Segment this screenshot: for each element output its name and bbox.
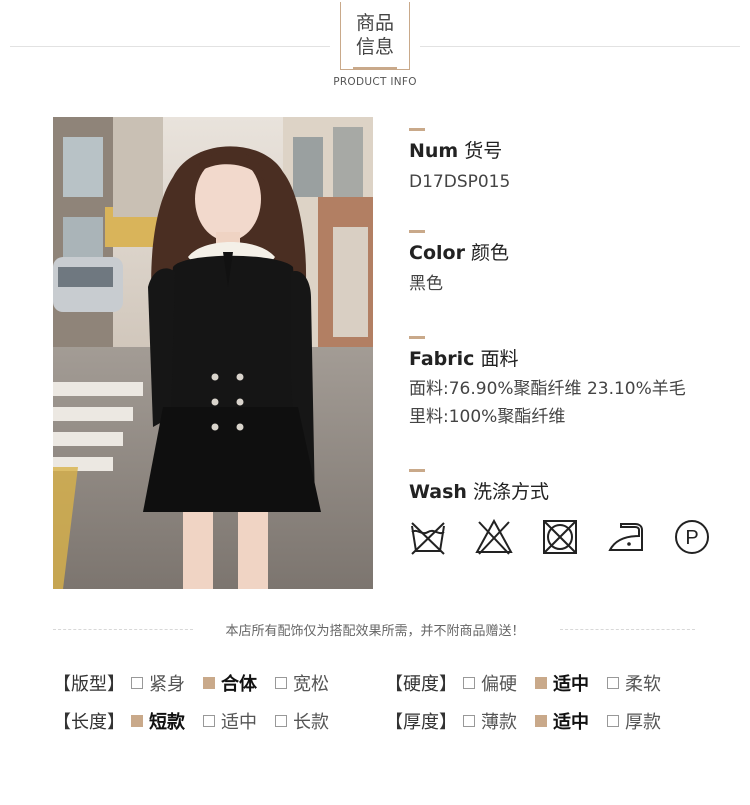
option-label: 偏硬	[481, 674, 517, 695]
num-label: Num 货号	[409, 139, 510, 163]
length-option-medium: 适中	[203, 708, 257, 734]
wash-label-en: Wash	[409, 481, 467, 503]
option-label: 合体	[221, 674, 257, 695]
checkbox-icon	[463, 677, 475, 689]
color-label-cn: 颜色	[470, 242, 509, 264]
fit-label: 【版型】	[53, 674, 125, 695]
checkbox-icon	[275, 677, 287, 689]
checkbox-checked-icon	[535, 677, 547, 689]
length-option-long: 长款	[275, 708, 329, 734]
option-label: 长款	[293, 712, 329, 733]
fabric-section: Fabric 面料 面料:76.90%聚酯纤维 23.10%羊毛 里料:100%…	[409, 336, 686, 431]
color-section: Color 颜色 黑色	[409, 230, 509, 298]
wash-label-cn: 洗涤方式	[472, 481, 549, 503]
checkbox-icon	[131, 677, 143, 689]
num-accent-bar	[409, 128, 425, 131]
fabric-label-en: Fabric	[409, 348, 475, 370]
no-tumble-dry-icon	[543, 520, 577, 554]
option-label: 薄款	[481, 712, 517, 733]
num-value: D17DSP015	[409, 172, 511, 192]
wash-icons-row: P	[409, 518, 711, 556]
title-line-1: 商品	[355, 12, 394, 34]
fit-option-loose: 宽松	[275, 670, 329, 696]
checkbox-icon	[275, 715, 287, 727]
notice-text: 本店所有配饰仅为搭配效果所需，并不附商品赠送！	[217, 624, 533, 639]
svg-text:P: P	[685, 527, 698, 549]
checkbox-icon	[203, 715, 215, 727]
color-label-en: Color	[409, 242, 465, 264]
option-label: 适中	[553, 712, 589, 733]
length-option-short: 短款	[131, 708, 185, 734]
option-label: 宽松	[293, 674, 329, 695]
fabric-value-line1: 面料:76.90%聚酯纤维 23.10%羊毛	[409, 379, 686, 399]
checkbox-checked-icon	[203, 677, 215, 689]
fabric-label-cn: 面料	[480, 348, 519, 370]
fabric-label: Fabric 面料	[409, 347, 686, 371]
option-label: 适中	[553, 674, 589, 695]
fabric-value-line2: 里料:100%聚酯纤维	[409, 407, 566, 427]
wash-section: Wash 洗涤方式	[409, 469, 549, 504]
num-label-en: Num	[409, 140, 459, 162]
no-wash-icon	[411, 522, 445, 555]
hardness-attribute: 【硬度】 偏硬 适中 柔软	[385, 670, 679, 696]
hardness-option-soft: 柔软	[607, 670, 661, 696]
thickness-attribute: 【厚度】 薄款 适中 厚款	[385, 708, 679, 734]
section-title-box: 商品 信息	[340, 2, 410, 70]
option-label: 厚款	[625, 712, 661, 733]
no-bleach-icon	[475, 518, 513, 555]
color-label: Color 颜色	[409, 241, 509, 265]
length-attribute: 【长度】 短款 适中 长款	[53, 708, 347, 734]
iron-low-icon	[608, 523, 643, 551]
color-accent-bar	[409, 230, 425, 233]
title-line-2: 信息	[355, 36, 394, 58]
num-label-cn: 货号	[464, 140, 503, 162]
option-label: 短款	[149, 712, 185, 733]
dry-clean-p-icon: P	[675, 520, 709, 554]
thickness-label: 【厚度】	[385, 712, 457, 733]
fit-option-regular: 合体	[203, 670, 257, 696]
accessory-notice: 本店所有配饰仅为搭配效果所需，并不附商品赠送！	[0, 620, 750, 639]
thickness-option-medium: 适中	[535, 708, 589, 734]
option-label: 适中	[221, 712, 257, 733]
checkbox-icon	[463, 715, 475, 727]
checkbox-checked-icon	[535, 715, 547, 727]
option-label: 柔软	[625, 674, 661, 695]
header-divider-left	[10, 46, 330, 47]
fit-option-tight: 紧身	[131, 670, 185, 696]
checkbox-icon	[607, 677, 619, 689]
checkbox-icon	[607, 715, 619, 727]
hardness-option-stiff: 偏硬	[463, 670, 517, 696]
product-photo	[53, 117, 373, 589]
thickness-option-thin: 薄款	[463, 708, 517, 734]
hardness-option-medium: 适中	[535, 670, 589, 696]
header-divider-right	[420, 46, 740, 47]
num-section: Num 货号 D17DSP015	[409, 128, 510, 196]
wash-label: Wash 洗涤方式	[409, 480, 549, 504]
section-subtitle: PRODUCT INFO	[333, 76, 417, 88]
title-underline	[353, 67, 397, 70]
color-value: 黑色	[409, 274, 443, 294]
hardness-label: 【硬度】	[385, 674, 457, 695]
checkbox-checked-icon	[131, 715, 143, 727]
thickness-option-thick: 厚款	[607, 708, 661, 734]
fabric-accent-bar	[409, 336, 425, 339]
length-label: 【长度】	[53, 712, 125, 733]
fit-attribute: 【版型】 紧身 合体 宽松	[53, 670, 347, 696]
wash-accent-bar	[409, 469, 425, 472]
option-label: 紧身	[149, 674, 185, 695]
